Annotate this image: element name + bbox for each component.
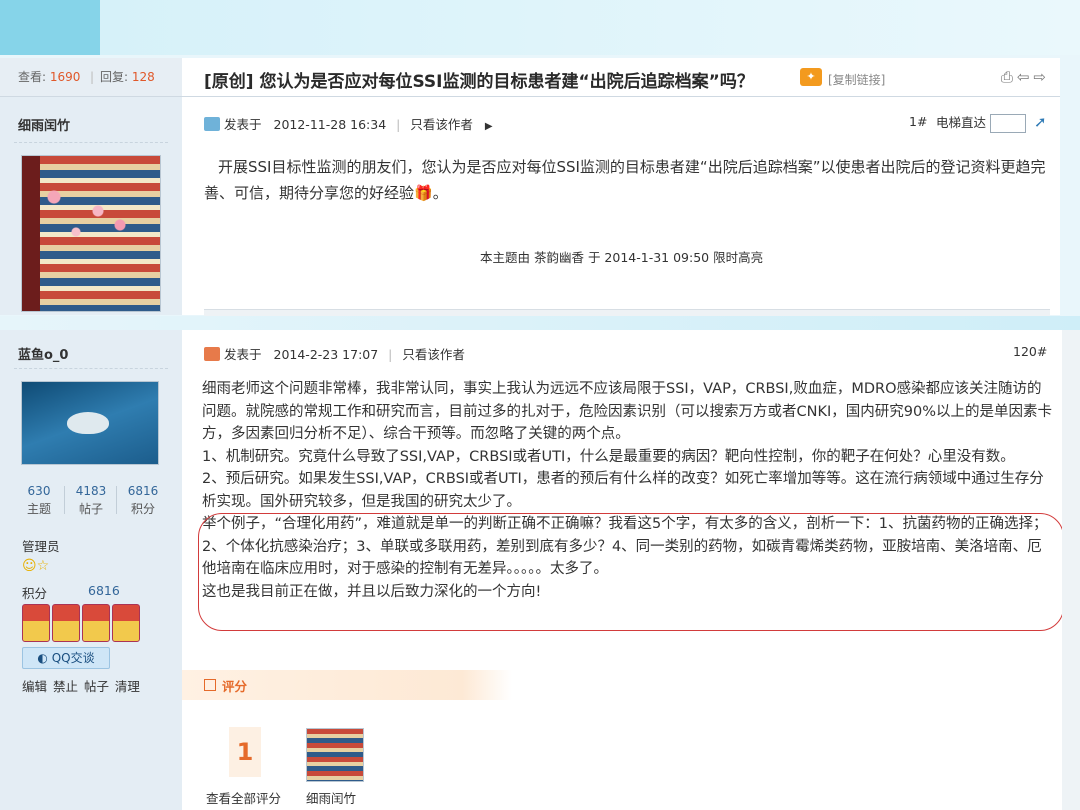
highlight-annotation-box [198,513,1064,631]
medal-icon[interactable] [52,604,80,642]
post1-content: 发表于 2012-11-28 16:34 | 只看该作者 ▶ 1# 电梯直达 ➚… [182,97,1060,316]
post2-paragraph: 2、预后研究。如果发生SSI,VAP，CRBSI或者UTI，患者的预后有什么样的… [202,471,1044,510]
stat-value: 4183 [75,484,107,498]
page-header-band [0,0,1080,55]
elevator-jump: 电梯直达 ➚ [936,112,1047,133]
stat-label: 帖子 [78,502,103,516]
offline-status-icon [204,347,220,361]
replies-stat: 回复: 128 [100,58,155,96]
thread-title-bar: [原创] 您认为是否应对每位SSI监测的目标患者建“出院后追踪档案”吗？ ✦ [… [182,58,1060,97]
medal-row [22,604,140,642]
post2-paragraph: 细雨老师这个问题非常棒，我非常认同，事实上我认为远远不应该局限于SSI，VAP，… [202,381,1052,442]
post1-author-name[interactable]: 细雨闰竹 [18,115,70,134]
user-score: 积分 6816 [22,583,120,602]
post1-avatar[interactable] [21,155,161,312]
section-gap [0,316,1080,330]
elevator-label: 电梯直达 [936,115,987,130]
qq-penguin-icon: ◐ [37,651,48,665]
meta-divider: | [388,347,393,362]
post2-author-name[interactable]: 蓝鱼o_0 [18,344,68,363]
smiley-icon: ☺ [22,558,37,574]
views-label: 查看: [18,70,47,84]
post1-meta: 发表于 2012-11-28 16:34 | 只看该作者 ▶ [204,114,493,133]
post2-paragraph: 1、机制研究。究竟什么导致了SSI,VAP，CRBSI或者UTI，什么是最重要的… [202,448,1015,465]
author-divider [14,368,168,369]
replies-count: 128 [131,70,155,84]
rating-count: 1 [229,727,261,777]
user-role[interactable]: 管理员 [22,536,60,555]
rater-avatar[interactable] [306,728,364,782]
post1-time: 2012-11-28 16:34 [273,117,387,132]
replies-label: 回复: [100,70,129,84]
rank-icons: ☺☆ [22,558,49,574]
stat-posts[interactable]: 4183 帖子 [66,484,116,517]
stats-divider: | [90,70,95,84]
post2-meta: 发表于 2014-2-23 17:07 | 只看该作者 [204,344,465,363]
hot-icon: ✦ [800,68,822,86]
stat-label: 主题 [26,502,51,516]
prev-thread-icon[interactable]: ⇦ [1017,68,1034,86]
posted-label: 发表于 [224,347,262,362]
author-divider [14,142,168,143]
qq-label: QQ交谈 [51,651,95,665]
only-author-link[interactable]: 只看该作者 [402,347,465,362]
gift-emoticon-icon: 🎁 [414,184,433,202]
copy-link-button[interactable]: [复制链接] [828,71,885,88]
score-label: 积分 [22,586,48,601]
post1-floor-number[interactable]: 1# [909,114,927,129]
highlight-note: 本主题由 茶韵幽香 于 2014-1-31 09:50 限时高亮 [480,250,764,265]
rating-label: 评分 [222,679,248,694]
views-stat: 查看: 1690 [18,58,80,96]
post1-footer-bar [204,309,1050,316]
medal-icon[interactable] [82,604,110,642]
print-icon[interactable]: ⎙ [1001,68,1017,86]
page-scrollbar[interactable] [1062,330,1080,810]
stat-value: 6816 [127,484,159,498]
meta-divider: | [396,117,401,132]
post2-floor-number[interactable]: 120# [1013,344,1047,359]
post1-body: 开展SSI目标性监测的朋友们，您认为是否应对每位SSI监测的目标患者建“出院后追… [204,158,1046,202]
stat-credits[interactable]: 6816 积分 [118,484,168,517]
medal-icon[interactable] [112,604,140,642]
post2-avatar[interactable] [21,381,159,465]
thread-tools: ⎙⇦⇨ [1001,68,1050,86]
posted-label: 发表于 [224,117,262,132]
thread-stats: 查看: 1690 | 回复: 128 [0,58,182,97]
next-thread-icon[interactable]: ⇨ [1033,68,1050,86]
floor-jump-input[interactable] [990,114,1027,133]
stat-topics[interactable]: 630 主题 [14,484,64,517]
thread-title: [原创] 您认为是否应对每位SSI监测的目标患者建“出院后追踪档案”吗？ [204,72,754,92]
post2-time: 2014-2-23 17:07 [273,347,379,362]
avatar-blossom [32,176,142,246]
score-value: 6816 [88,583,120,598]
stat-divider [64,486,65,514]
header-accent-block [0,0,100,55]
rating-header: 评分 [182,670,512,700]
stat-divider [116,486,117,514]
admin-links[interactable]: 编辑 禁止 帖子 清理 [22,676,140,695]
only-author-link[interactable]: 只看该作者 [410,117,473,132]
rating-square-icon [204,679,216,691]
jump-go-icon[interactable]: ➚ [1034,113,1047,131]
stat-value: 630 [27,484,51,498]
star-icon: ☆ [36,558,50,574]
qq-chat-button[interactable]: ◐ QQ交谈 [22,647,110,669]
view-all-ratings-link[interactable]: 查看全部评分 [206,788,281,807]
medal-icon[interactable] [22,604,50,642]
post1-body-text: 开展SSI目标性监测的朋友们，您认为是否应对每位SSI监测的目标患者建“出院后追… [204,158,1046,202]
online-status-icon [204,117,220,131]
play-arrow-icon[interactable]: ▶ [485,121,493,132]
stat-label: 积分 [130,502,155,516]
avatar-whale [67,412,109,434]
rater-name[interactable]: 细雨闰竹 [306,788,356,807]
views-count: 1690 [49,70,81,84]
